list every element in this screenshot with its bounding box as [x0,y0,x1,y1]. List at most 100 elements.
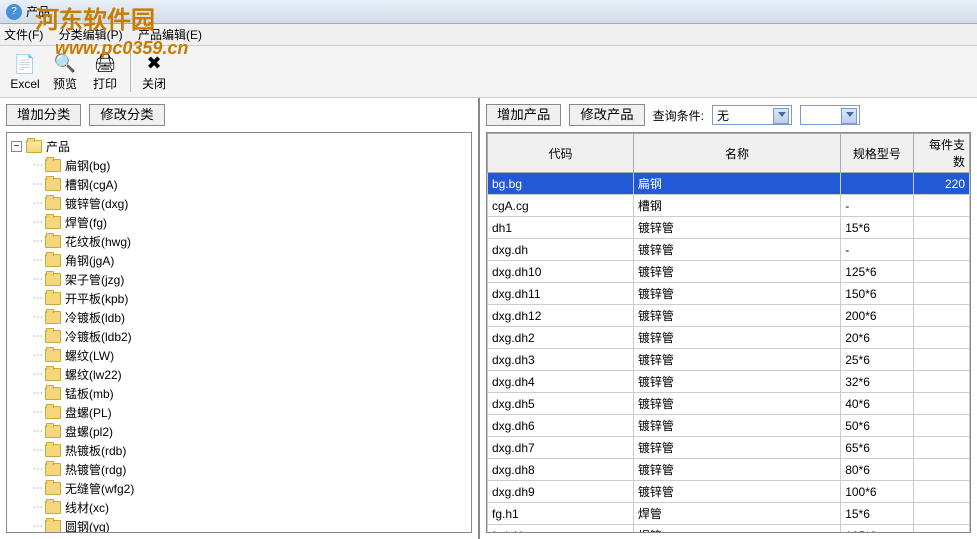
excel-icon: 📄 [13,53,37,77]
cell-name: 镀锌管 [633,305,840,327]
table-row[interactable]: dxg.dh6镀锌管50*6 [488,415,970,437]
table-row[interactable]: dxg.dh5镀锌管40*6 [488,393,970,415]
header-name[interactable]: 名称 [633,134,840,173]
table-row[interactable]: dxg.dh2镀锌管20*6 [488,327,970,349]
tree-line: ⋯ [33,521,42,532]
collapse-icon[interactable]: − [11,141,22,152]
close-icon: ✖ [142,51,166,75]
cell-qty [913,327,969,349]
folder-icon [45,482,61,495]
table-row[interactable]: dxg.dh12镀锌管200*6 [488,305,970,327]
tree-item[interactable]: ⋯热镀管(rdg) [33,460,467,479]
tree-item-label: 架子管(jzg) [65,271,124,288]
menu-product-edit[interactable]: 产品编辑(E) [138,28,202,42]
query-condition-value: 无 [717,107,729,124]
header-qty[interactable]: 每件支数 [913,134,969,173]
cell-qty [913,349,969,371]
cell-qty [913,217,969,239]
table-row[interactable]: dxg.dh3镀锌管25*6 [488,349,970,371]
tree-item[interactable]: ⋯镀锌管(dxg) [33,194,467,213]
folder-icon [45,387,61,400]
table-row[interactable]: dxg.dh10镀锌管125*6 [488,261,970,283]
cell-spec: 80*6 [841,459,913,481]
table-row[interactable]: dxg.dh8镀锌管80*6 [488,459,970,481]
cell-spec: 25*6 [841,349,913,371]
product-button-row: 增加产品 修改产品 查询条件: 无 [486,104,971,126]
folder-icon [45,349,61,362]
menu-category-edit[interactable]: 分类编辑(P) [59,28,123,42]
table-row[interactable]: fg.h1焊管15*6 [488,503,970,525]
cell-code: dxg.dh5 [488,393,634,415]
tree-item[interactable]: ⋯螺纹(LW) [33,346,467,365]
table-row[interactable]: dh1镀锌管15*6 [488,217,970,239]
tree-item[interactable]: ⋯线材(xc) [33,498,467,517]
query-value-select[interactable] [800,105,860,125]
header-spec[interactable]: 规格型号 [841,134,913,173]
cell-name: 槽钢 [633,195,840,217]
edit-category-button[interactable]: 修改分类 [89,104,164,126]
tree-item[interactable]: ⋯圆钢(yg) [33,517,467,533]
category-tree[interactable]: − 产品 ⋯扁钢(bg)⋯槽钢(cgA)⋯镀锌管(dxg)⋯焊管(fg)⋯花纹板… [6,132,472,533]
tree-line: ⋯ [33,369,42,380]
chevron-down-icon [778,112,786,117]
preview-button[interactable]: 🔍 预览 [46,49,84,95]
query-condition-select[interactable]: 无 [712,105,792,125]
table-row[interactable]: bg.bg扁钢220 [488,173,970,195]
toolbar-separator [130,52,131,92]
add-product-button[interactable]: 增加产品 [486,104,561,126]
header-code[interactable]: 代码 [488,134,634,173]
tree-line: ⋯ [33,160,42,171]
tree-root[interactable]: − 产品 [11,137,467,156]
tree-line: ⋯ [33,236,42,247]
table-row[interactable]: dxg.dh4镀锌管32*6 [488,371,970,393]
tree-item-label: 花纹板(hwg) [65,233,131,250]
tree-item[interactable]: ⋯扁钢(bg) [33,156,467,175]
menu-file[interactable]: 文件(F) [4,28,43,42]
tree-line: ⋯ [33,255,42,266]
tree-item[interactable]: ⋯螺纹(lw22) [33,365,467,384]
table-row[interactable]: dxg.dh镀锌管- [488,239,970,261]
excel-button[interactable]: 📄 Excel [6,49,44,95]
cell-qty [913,415,969,437]
tree-item[interactable]: ⋯盘螺(pl2) [33,422,467,441]
tree-item-label: 螺纹(LW) [65,347,114,364]
tree-item[interactable]: ⋯冷镀板(ldb) [33,308,467,327]
table-row[interactable]: cgA.cg槽钢- [488,195,970,217]
tree-item[interactable]: ⋯锰板(mb) [33,384,467,403]
chevron-down-icon [846,112,854,117]
tree-item-label: 无缝管(wfg2) [65,480,134,497]
edit-product-button[interactable]: 修改产品 [569,104,644,126]
table-row[interactable]: dxg.dh11镀锌管150*6 [488,283,970,305]
tree-item-label: 镀锌管(dxg) [65,195,128,212]
folder-icon [45,406,61,419]
tree-item[interactable]: ⋯开平板(kpb) [33,289,467,308]
cell-spec: 125*6 [841,261,913,283]
tree-item-label: 冷镀板(ldb2) [65,328,132,345]
close-button[interactable]: ✖ 关闭 [135,49,173,95]
cell-spec: - [841,195,913,217]
cell-spec: 40*6 [841,393,913,415]
tree-item[interactable]: ⋯ 花纹板(hwg) [33,232,467,251]
cell-code: bg.bg [488,173,634,195]
tree-item[interactable]: ⋯盘螺(PL) [33,403,467,422]
tree-item[interactable]: ⋯槽钢(cgA) [33,175,467,194]
tree-item[interactable]: ⋯焊管(fg) [33,213,467,232]
cell-name: 镀锌管 [633,217,840,239]
cell-code: dxg.dh [488,239,634,261]
cell-spec: 150*6 [841,283,913,305]
tree-item[interactable]: ⋯无缝管(wfg2) [33,479,467,498]
add-category-button[interactable]: 增加分类 [6,104,81,126]
table-row[interactable]: fg.h11焊管125*6 [488,525,970,534]
window-title-text: 产品 [26,3,50,20]
table-row[interactable]: dxg.dh9镀锌管100*6 [488,481,970,503]
table-row[interactable]: dxg.dh7镀锌管65*6 [488,437,970,459]
print-label: 打印 [93,75,117,92]
tree-item[interactable]: ⋯角钢(jgA) [33,251,467,270]
cell-spec: 50*6 [841,415,913,437]
tree-item[interactable]: ⋯架子管(jzg) [33,270,467,289]
tree-item[interactable]: ⋯热镀板(rdb) [33,441,467,460]
print-button[interactable]: 🖨 打印 [86,49,124,95]
tree-item-label: 槽钢(cgA) [65,176,118,193]
tree-item[interactable]: ⋯冷镀板(ldb2) [33,327,467,346]
product-table-wrap[interactable]: 代码 名称 规格型号 每件支数 bg.bg扁钢220cgA.cg槽钢-dh1镀锌… [486,132,971,533]
